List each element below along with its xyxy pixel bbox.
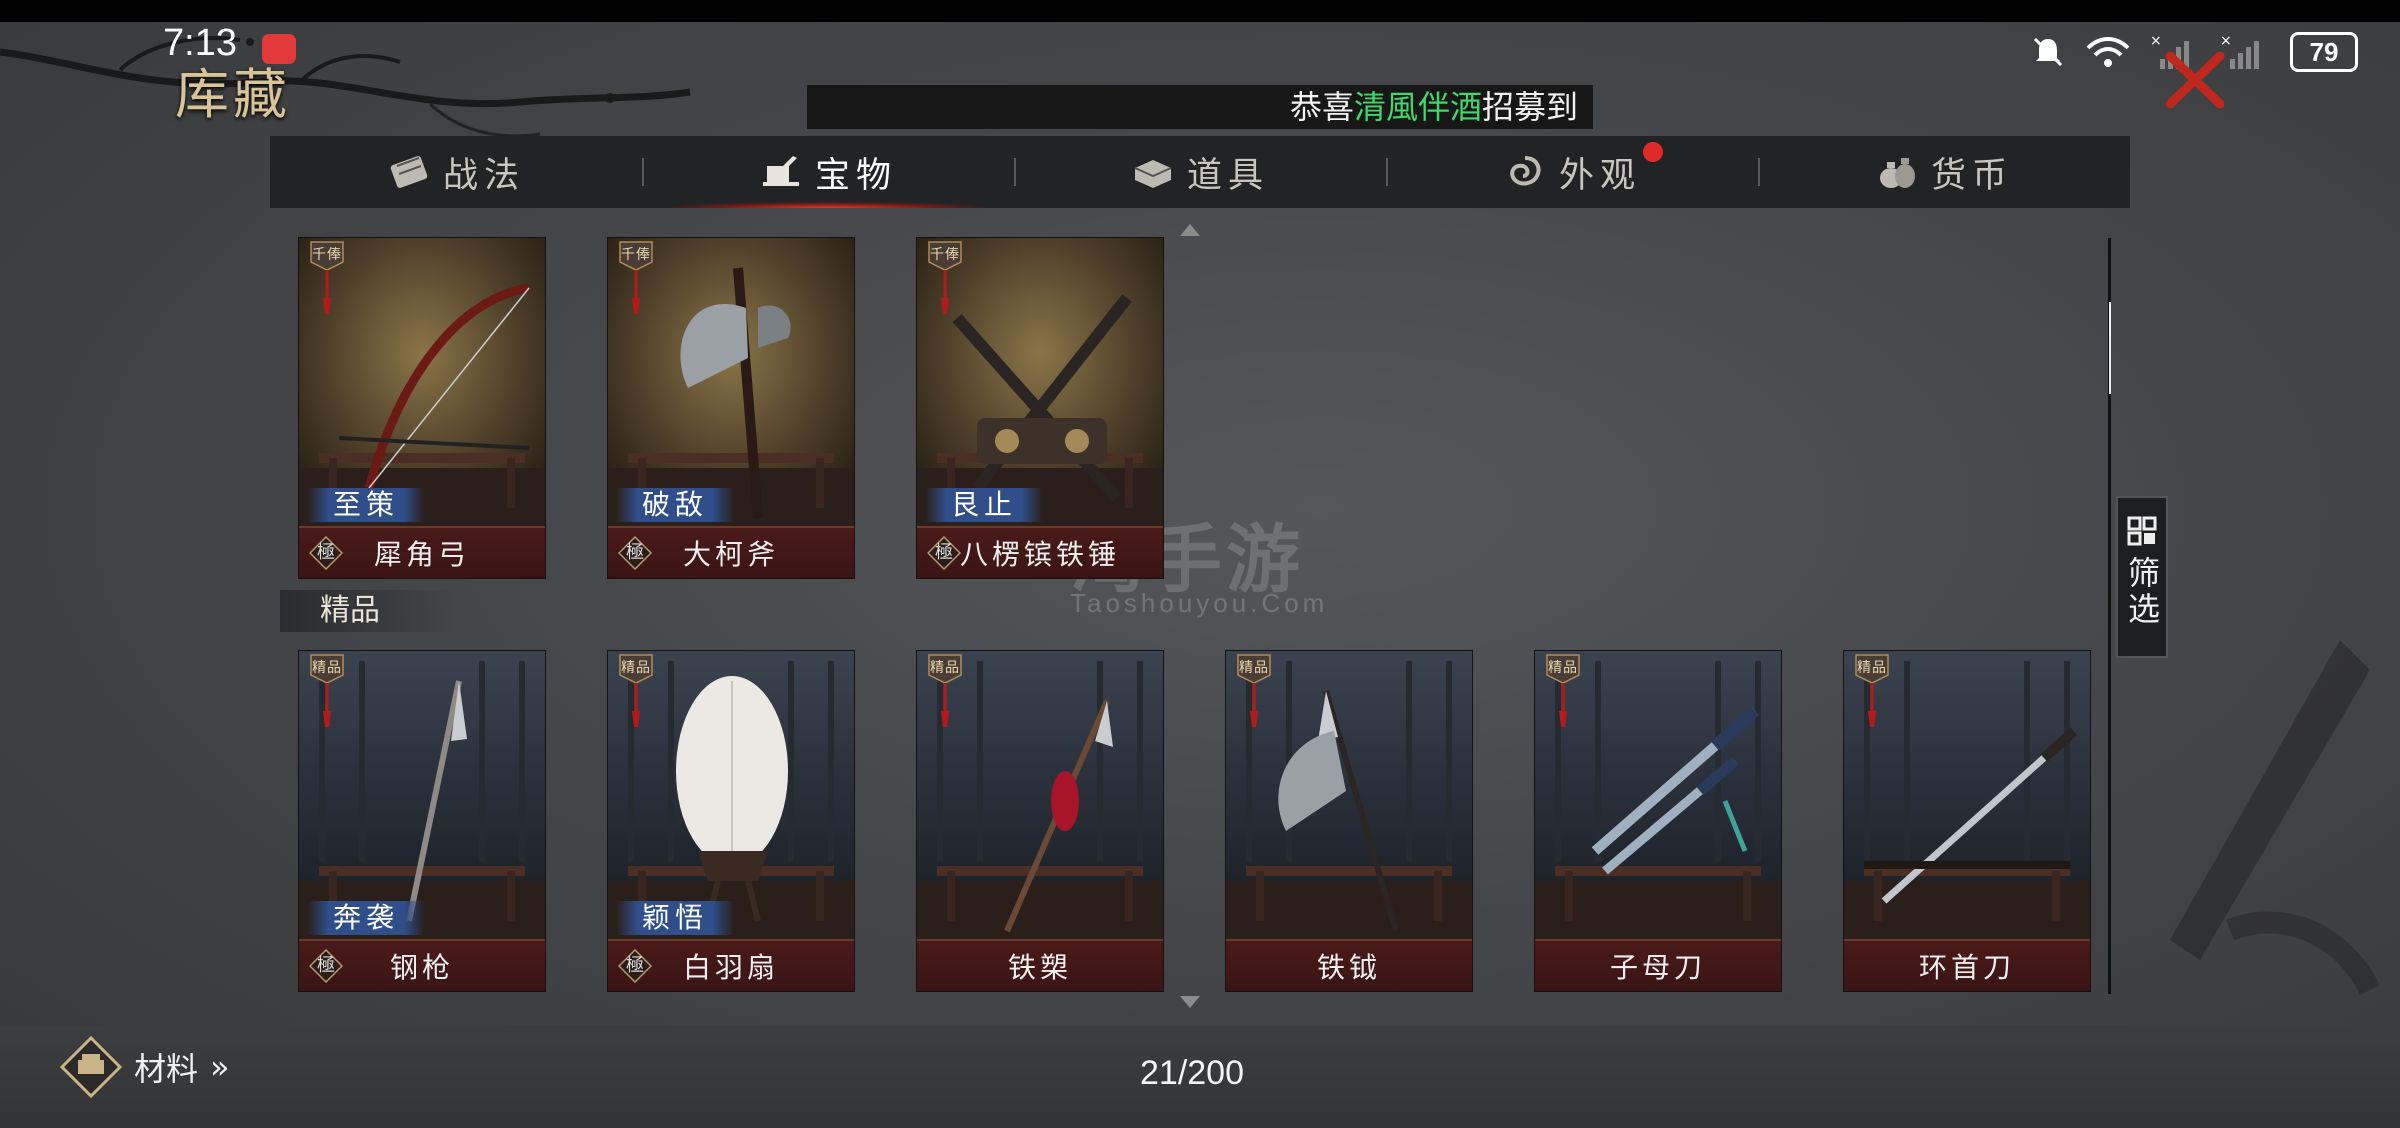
card-name: 钢枪 bbox=[389, 951, 454, 984]
rank-label: 精品 bbox=[1548, 660, 1578, 676]
tab-label: 宝物 bbox=[814, 155, 897, 196]
filter-button[interactable]: 筛选 bbox=[2116, 496, 2168, 658]
scroll-up-arrow[interactable] bbox=[1180, 224, 1200, 236]
rank-label: 精品 bbox=[621, 660, 651, 676]
card-name: 八楞镔铁锤 bbox=[959, 538, 1120, 571]
inventory-counter: 21/200 bbox=[1140, 1054, 1244, 1092]
treasure-card[interactable]: 精品环首刀 bbox=[1843, 650, 2091, 992]
rank-label: 千俸 bbox=[621, 247, 651, 263]
scrollbar-thumb[interactable] bbox=[2109, 302, 2111, 394]
rank-label: 精品 bbox=[312, 660, 342, 676]
tab-label: 战法 bbox=[442, 155, 525, 196]
ticker-prefix: 恭喜 bbox=[1290, 88, 1355, 126]
skill-tag: 至策 bbox=[307, 488, 426, 522]
treasure-card[interactable]: 精品奔袭钢枪 極 bbox=[298, 650, 546, 992]
materials-button[interactable]: 材料 » bbox=[60, 1036, 230, 1098]
ticker-player-name: 清風伴酒 bbox=[1354, 88, 1483, 126]
close-icon[interactable] bbox=[2162, 50, 2228, 110]
tab-label: 外观 bbox=[1558, 155, 1641, 196]
grade-label: 極 bbox=[935, 542, 953, 563]
rank-label: 精品 bbox=[1857, 660, 1887, 676]
scroll-down-arrow[interactable] bbox=[1180, 996, 1200, 1008]
ticker-text: 恭喜清風伴酒招募到 bbox=[1290, 85, 1578, 129]
svg-text:×: × bbox=[2150, 33, 2162, 49]
grade-label: 極 bbox=[317, 542, 335, 563]
treasure-card[interactable]: 千俸至策犀角弓 極 bbox=[298, 237, 546, 579]
watermark-sub: Taoshouyou.Com bbox=[1070, 588, 1329, 618]
rank-label: 千俸 bbox=[930, 247, 960, 263]
card-name: 犀角弓 bbox=[373, 538, 470, 571]
announcement-ticker: 恭喜清風伴酒招募到 bbox=[807, 85, 1593, 129]
tab-label: 道具 bbox=[1186, 155, 1269, 196]
money-bag-icon bbox=[1875, 152, 1919, 192]
svg-text:×: × bbox=[2220, 33, 2232, 49]
grade-label: 極 bbox=[626, 542, 644, 563]
card-name-bar: 铁槊 bbox=[917, 939, 1163, 991]
card-name-bar: 铁钺 bbox=[1226, 939, 1472, 991]
skill-tag: 破敌 bbox=[616, 488, 735, 522]
grade-label: 極 bbox=[626, 955, 644, 976]
card-name-bar: 环首刀 bbox=[1844, 939, 2090, 991]
box-icon bbox=[1131, 152, 1175, 192]
skill-tag: 颖悟 bbox=[616, 901, 735, 935]
card-name: 白羽扇 bbox=[682, 951, 779, 984]
tab-items[interactable]: 道具 bbox=[1014, 136, 1386, 208]
skill-tag: 奔袭 bbox=[307, 901, 426, 935]
chevron-right-icon: » bbox=[210, 1048, 230, 1086]
treasure-card[interactable]: 千俸艮止八楞镔铁锤極 bbox=[916, 237, 1164, 579]
wifi-icon bbox=[2086, 37, 2130, 67]
page-title: 库藏 bbox=[175, 63, 291, 126]
system-bar bbox=[0, 0, 2400, 22]
grade-label: 極 bbox=[317, 955, 335, 976]
card-name-bar: 子母刀 bbox=[1535, 939, 1781, 991]
tab-tactics[interactable]: 战法 bbox=[270, 136, 642, 208]
grade-seal-icon: 極 bbox=[618, 949, 652, 983]
materials-label: 材料 bbox=[134, 1050, 199, 1088]
treasure-card[interactable]: 精品颖悟白羽扇 極 bbox=[607, 650, 855, 992]
card-name: 大柯斧 bbox=[682, 538, 779, 571]
rank-label: 精品 bbox=[1239, 660, 1269, 676]
card-name: 子母刀 bbox=[1609, 951, 1706, 984]
tab-currency[interactable]: 货币 bbox=[1758, 136, 2130, 208]
skill-tag: 艮止 bbox=[925, 488, 1044, 522]
scroll-icon bbox=[387, 152, 431, 192]
card-name: 环首刀 bbox=[1918, 951, 2015, 984]
rank-label: 千俸 bbox=[312, 247, 342, 263]
tab-label: 货币 bbox=[1930, 155, 2013, 196]
mute-bell-icon bbox=[2033, 37, 2063, 67]
filter-label: 筛选 bbox=[2123, 556, 2161, 628]
grid-icon bbox=[2127, 516, 2157, 546]
swirl-icon bbox=[1503, 152, 1547, 192]
tab-appearance[interactable]: 外观 bbox=[1386, 136, 1758, 208]
rank-label: 精品 bbox=[930, 660, 960, 676]
grade-seal-icon: 極 bbox=[618, 536, 652, 570]
grade-seal-icon: 極 bbox=[309, 536, 343, 570]
materials-icon bbox=[60, 1036, 122, 1098]
treasure-card[interactable]: 千俸破敌大柯斧 極 bbox=[607, 237, 855, 579]
notification-dot bbox=[1643, 142, 1663, 162]
card-name: 铁钺 bbox=[1316, 951, 1381, 984]
card-name: 铁槊 bbox=[1007, 951, 1072, 984]
treasure-card[interactable]: 精品铁槊 bbox=[916, 650, 1164, 992]
category-tabs: 战法 宝物 道具 外观 货币 bbox=[270, 136, 2130, 208]
weapon-silhouette-decoration bbox=[2170, 640, 2380, 996]
battery-indicator: 79 bbox=[2290, 32, 2358, 72]
treasure-card[interactable]: 精品子母刀 bbox=[1534, 650, 1782, 992]
tab-treasures[interactable]: 宝物 bbox=[642, 136, 1014, 208]
grade-seal-icon: 極 bbox=[927, 536, 961, 570]
treasure-card[interactable]: 精品铁钺 bbox=[1225, 650, 1473, 992]
section-label-quality: 精品 bbox=[280, 590, 460, 632]
ticker-suffix: 招募到 bbox=[1482, 88, 1579, 126]
treasure-icon bbox=[759, 152, 803, 192]
grade-seal-icon: 極 bbox=[309, 949, 343, 983]
